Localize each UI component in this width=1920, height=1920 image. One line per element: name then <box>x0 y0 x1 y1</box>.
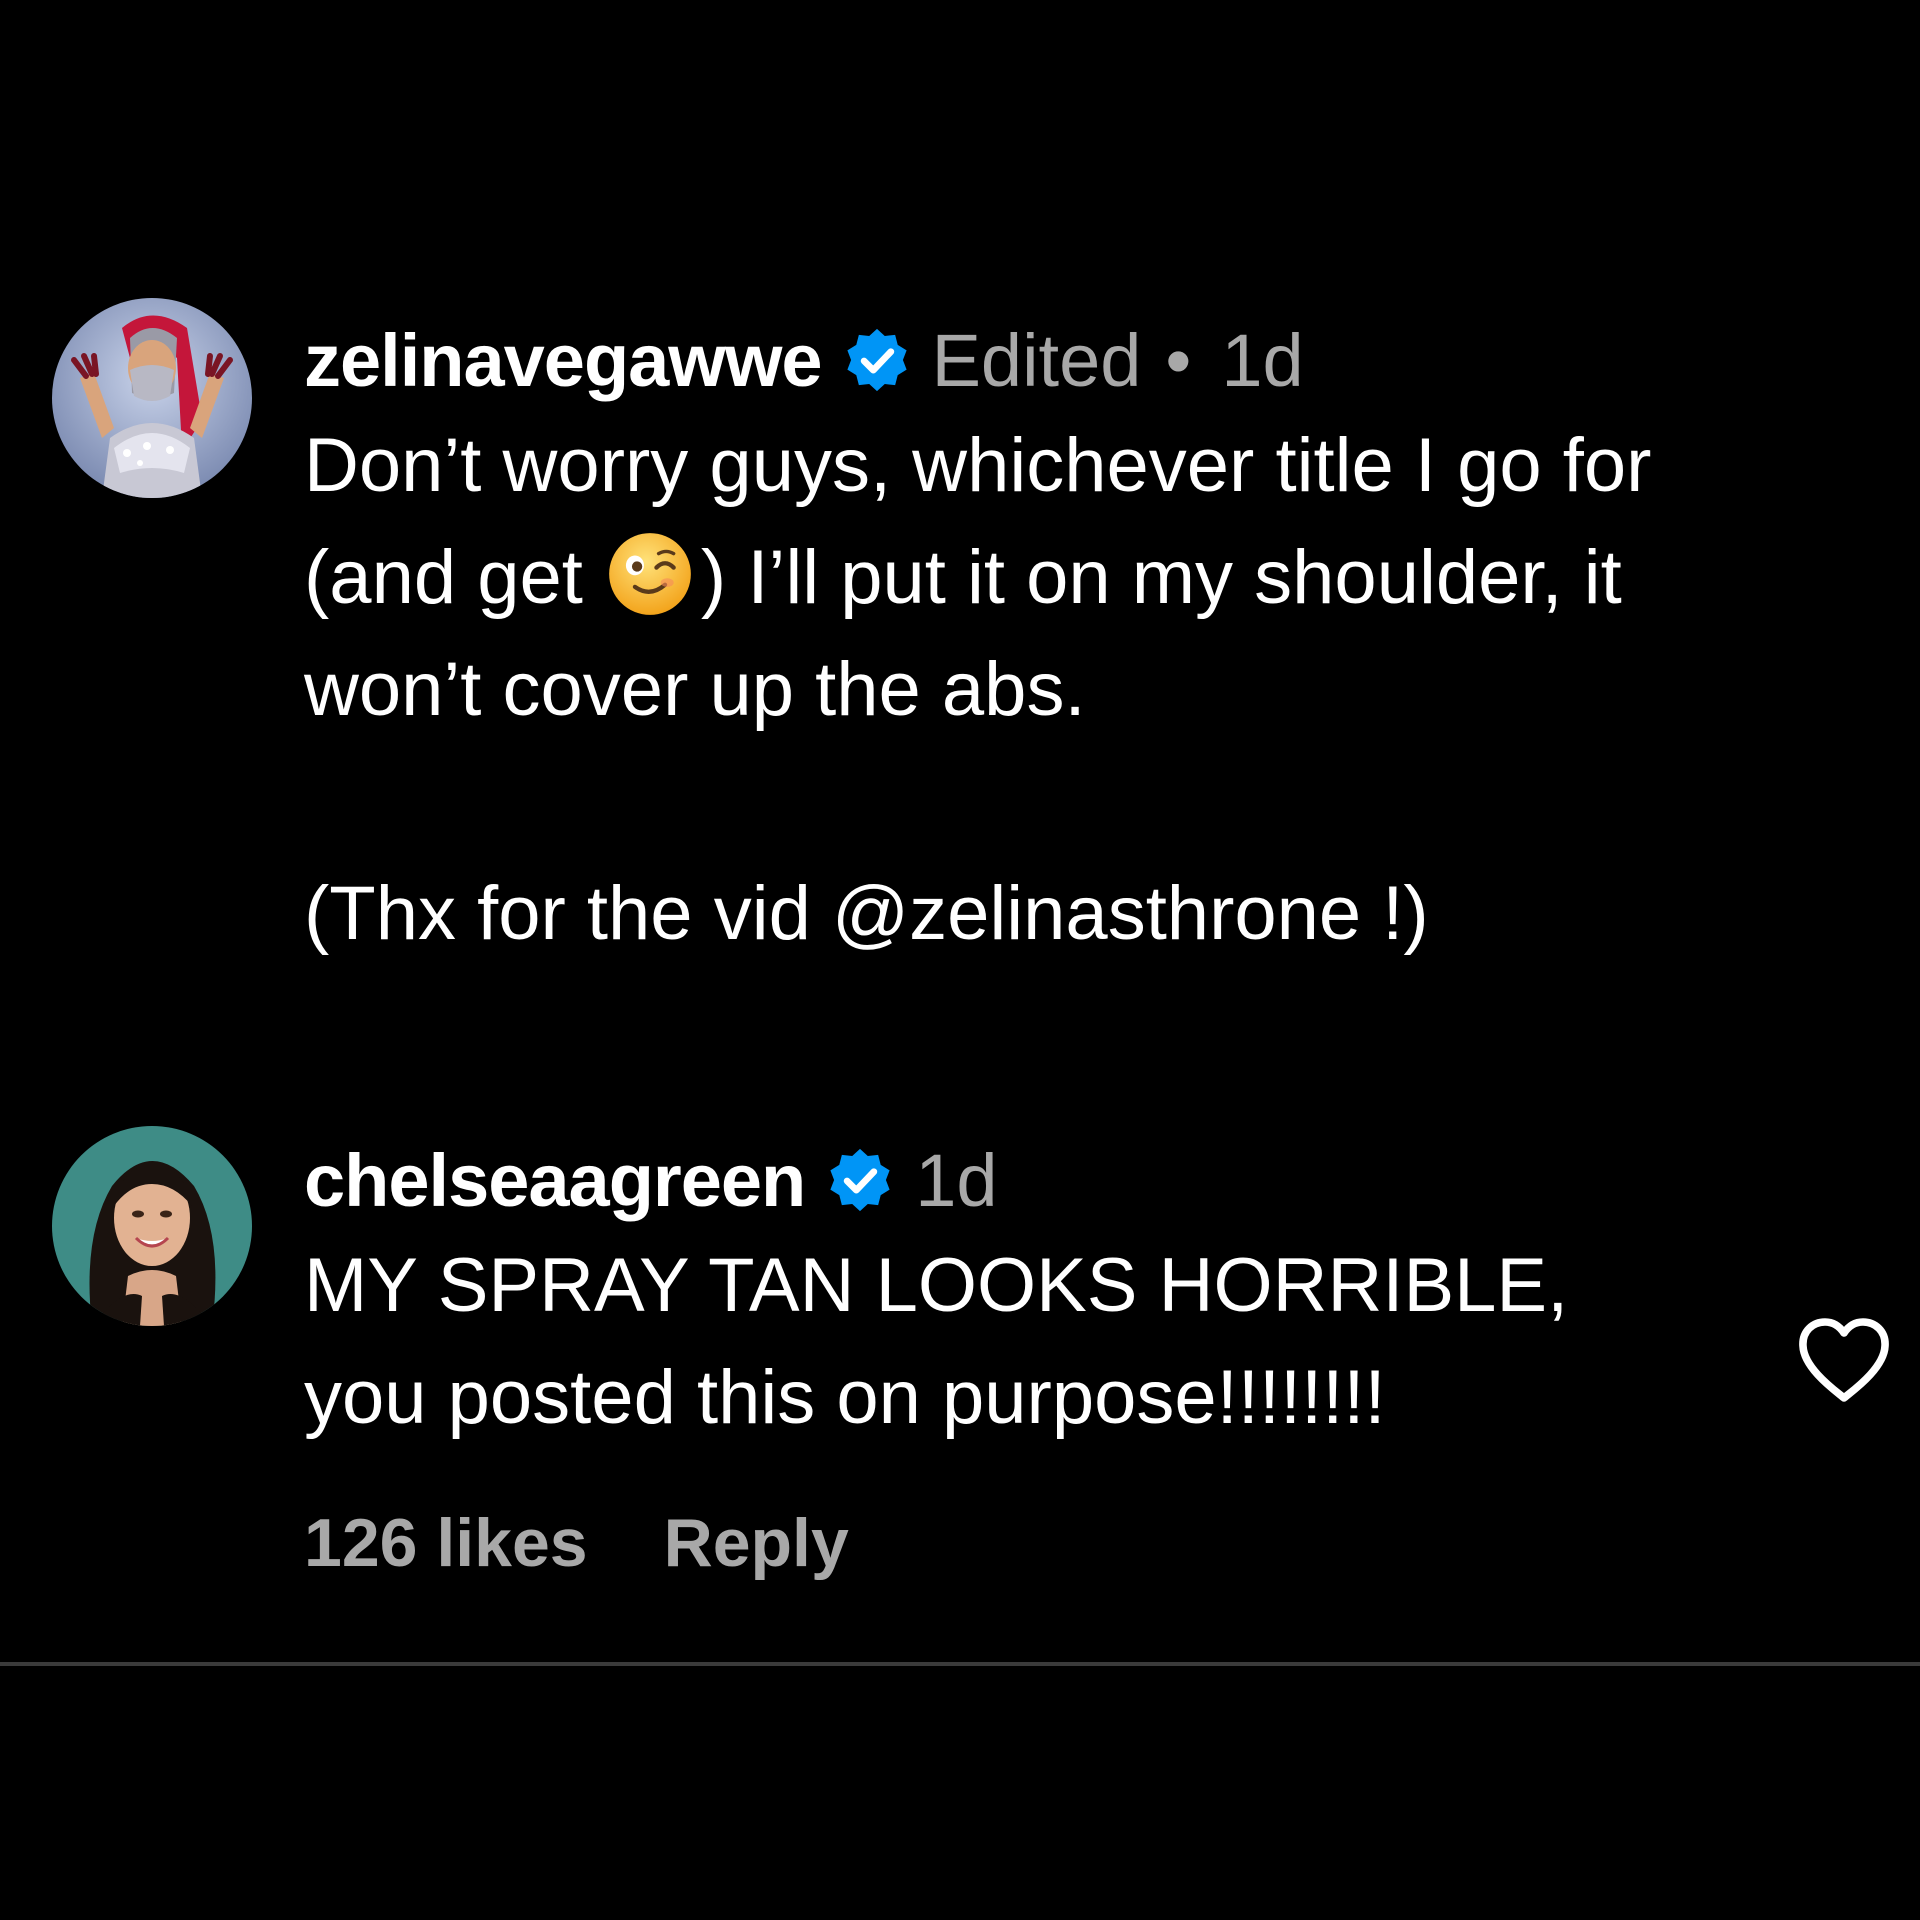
reply-button[interactable]: Reply <box>664 1504 849 1582</box>
comment-text-line: (Thx for the vid <box>304 871 832 956</box>
verified-badge-icon <box>840 323 914 397</box>
divider <box>0 1662 1920 1666</box>
username[interactable]: zelinavegawwe <box>304 318 823 403</box>
verified-badge-icon <box>823 1143 897 1217</box>
comment-text: Don’t worry guys, whichever title I go f… <box>304 410 1884 970</box>
comment-text-line: !) <box>1361 871 1429 956</box>
comment-text-line: ) I’ll put it on my shoulder, it <box>700 535 1622 620</box>
comment-time[interactable]: 1d <box>915 1138 997 1223</box>
comment-time[interactable]: 1d <box>1221 318 1303 403</box>
edited-label: Edited <box>931 318 1142 402</box>
comment-text-line: won’t cover up the abs. <box>304 647 1086 732</box>
comment-text-line: MY SPRAY TAN LOOKS HORRIBLE, <box>304 1243 1569 1328</box>
winking-face-emoji-icon <box>607 531 693 617</box>
heart-icon[interactable] <box>1794 1314 1894 1406</box>
avatar-chelseaagreen[interactable] <box>52 1126 252 1326</box>
avatar-zelinavegawwe[interactable] <box>52 298 252 498</box>
like-count[interactable]: 126 likes <box>304 1504 588 1582</box>
comment-text: MY SPRAY TAN LOOKS HORRIBLE, you posted … <box>304 1230 1884 1454</box>
comment-actions: 126 likes Reply <box>304 1504 1884 1582</box>
comment-text-line: you posted this on purpose!!!!!!!! <box>304 1355 1386 1440</box>
username[interactable]: chelseaagreen <box>304 1138 806 1223</box>
comment-body: chelseaagreen 1d MY SPRAY TAN LOOKS HORR… <box>304 1138 1884 1582</box>
comment-body: zelinavegawwe Edited • 1d Don’t worry gu… <box>304 318 1884 970</box>
comment-header: zelinavegawwe Edited • 1d <box>304 318 1884 402</box>
comment-text-line: Don’t worry guys, whichever title I go f… <box>304 423 1652 508</box>
comment-header: chelseaagreen 1d <box>304 1138 1884 1222</box>
comment-text-line: (and get <box>304 535 583 620</box>
avatar-image <box>52 298 252 498</box>
meta-separator: • <box>1165 318 1192 402</box>
avatar-image <box>52 1126 252 1326</box>
mention-link[interactable]: @zelinasthrone <box>832 871 1361 956</box>
